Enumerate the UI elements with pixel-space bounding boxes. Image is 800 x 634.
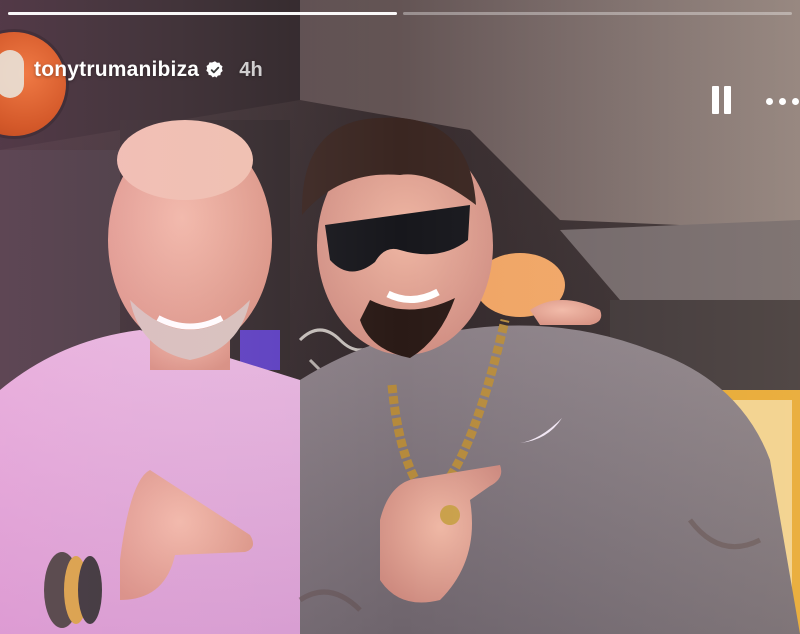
more-options-button[interactable] — [766, 90, 800, 112]
pause-button[interactable] — [710, 86, 734, 116]
username[interactable]: tonytrumanibiza — [34, 58, 199, 82]
post-time: 4h — [239, 58, 263, 81]
progress-segment-1 — [8, 12, 397, 15]
pause-icon — [712, 86, 719, 114]
username-row: tonytrumanibiza 4h — [34, 58, 263, 82]
more-dot — [792, 97, 799, 105]
story-viewer[interactable]: tonytrumanibiza 4h — [0, 0, 800, 634]
story-progress-bar — [8, 12, 792, 15]
more-dot — [779, 97, 786, 105]
progress-segment-2 — [403, 12, 792, 15]
verified-badge-icon — [206, 61, 223, 78]
more-options-icon — [766, 97, 773, 105]
story-header: tonytrumanibiza 4h — [0, 32, 800, 136]
pause-icon-bar — [724, 86, 731, 114]
